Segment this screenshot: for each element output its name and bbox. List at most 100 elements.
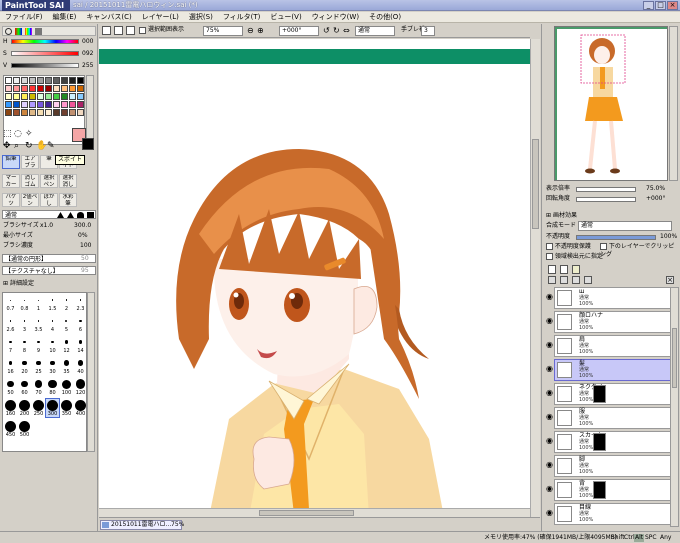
palette-swatch[interactable] (5, 77, 12, 84)
tip-square-icon[interactable] (87, 212, 94, 218)
palette-swatch[interactable] (37, 77, 44, 84)
palette-swatch[interactable] (77, 101, 84, 108)
brush-size-mult[interactable]: x1.0 (40, 222, 53, 230)
new-vector-layer-icon[interactable] (560, 265, 568, 274)
eye-icon[interactable]: ◉ (546, 485, 553, 493)
detail-settings-toggle[interactable]: ⊞ 詳細設定 (3, 280, 34, 288)
eye-icon[interactable]: ◉ (546, 365, 553, 373)
palette-swatch[interactable] (37, 85, 44, 92)
rotate-icon[interactable]: ↻ (25, 141, 33, 151)
palette-swatch[interactable] (45, 101, 52, 108)
menu-file[interactable]: ファイル(F) (0, 12, 48, 23)
palette-swatch[interactable] (13, 85, 20, 92)
maximize-button[interactable]: □ (655, 1, 666, 10)
zoom-in-icon[interactable]: ⊕ (257, 26, 264, 35)
palette-swatch[interactable] (13, 101, 20, 108)
palette-swatch[interactable] (21, 93, 28, 100)
nav-zoom-slider[interactable] (576, 187, 636, 192)
brush-size-option[interactable]: 16 (4, 357, 17, 375)
brush-size-option[interactable]: 25 (32, 357, 45, 375)
tip-soft-icon[interactable] (67, 212, 74, 218)
palette-swatch[interactable] (29, 109, 36, 116)
layer-row[interactable]: ◉ 髪通常 100% (546, 359, 670, 381)
merge-all-icon[interactable] (584, 276, 592, 284)
palette-swatch[interactable] (37, 93, 44, 100)
stabilizer-select[interactable]: 3 (421, 26, 435, 36)
copy-layer-icon[interactable] (548, 276, 556, 284)
brush-size-option[interactable]: 4 (46, 315, 59, 333)
palette-swatch[interactable] (29, 101, 36, 108)
layer-row[interactable]: ◉ 脚通常 100% (546, 455, 670, 477)
brush-size-option[interactable]: 60 (18, 378, 31, 396)
layer-list-scrollbar[interactable] (670, 287, 679, 527)
eye-icon[interactable]: ◉ (546, 341, 553, 349)
nav-angle-slider[interactable] (576, 197, 636, 202)
palette-swatch[interactable] (21, 77, 28, 84)
palette-swatch[interactable] (21, 109, 28, 116)
palette-icon[interactable] (35, 28, 42, 35)
close-button[interactable]: × (667, 1, 678, 10)
tool-7[interactable]: 選択消し (59, 174, 77, 188)
palette-swatch[interactable] (45, 93, 52, 100)
palette-swatch[interactable] (61, 77, 68, 84)
color-wheel-icon[interactable] (5, 28, 12, 35)
brush-size-option[interactable]: 1.5 (46, 294, 59, 312)
palette-swatch[interactable] (37, 101, 44, 108)
eye-icon[interactable]: ◉ (546, 293, 553, 301)
rotate-left-icon[interactable]: ↺ (323, 26, 330, 35)
invert-select-icon[interactable] (126, 26, 135, 35)
palette-swatch[interactable] (5, 101, 12, 108)
brush-size-option[interactable]: 200 (18, 399, 31, 417)
angle-select[interactable]: +000° (279, 26, 319, 36)
tool-11[interactable]: 水彩筆 (59, 193, 77, 207)
document-tab[interactable]: 20151011雷電ハロ... 75% (100, 520, 184, 530)
palette-swatch[interactable] (45, 85, 52, 92)
navigator-scrollbar[interactable] (669, 26, 678, 181)
palette-swatch[interactable] (29, 85, 36, 92)
rotate-right-icon[interactable]: ↻ (333, 26, 340, 35)
marquee-icon[interactable]: ⬚ (3, 129, 12, 139)
brush-size-option[interactable]: 0.8 (18, 294, 31, 312)
layer-row[interactable]: ◉ 顔ロハナ 通常 100% (546, 311, 670, 333)
selection-source-row[interactable]: 領域検出元に指定 (546, 253, 603, 261)
palette-swatch[interactable] (53, 85, 60, 92)
brush-density-value[interactable]: 100 (80, 242, 91, 250)
material-effect-toggle[interactable]: ⊞ 画材効果 (546, 212, 577, 220)
palette-swatch[interactable] (21, 101, 28, 108)
layer-row[interactable]: ◉ ш 通常 100% (546, 287, 670, 309)
palette-swatch[interactable] (53, 109, 60, 116)
palette-swatch[interactable] (69, 109, 76, 116)
brush-size-option[interactable]: 450 (4, 420, 17, 438)
new-folder-icon[interactable] (572, 265, 580, 274)
delete-layer-icon[interactable]: × (666, 276, 674, 284)
navigator[interactable] (554, 26, 668, 181)
new-layer-icon[interactable] (548, 265, 556, 274)
layer-row[interactable]: ◉ ネクタイ 通常 100% (546, 383, 670, 405)
palette-swatch[interactable] (45, 77, 52, 84)
tool-4[interactable]: マーカー (2, 174, 20, 188)
tool-5[interactable]: 消しゴム (21, 174, 39, 188)
menu-select[interactable]: 選択(S) (184, 12, 218, 23)
palette-swatch[interactable] (69, 93, 76, 100)
selection-source-checkbox[interactable] (546, 253, 553, 260)
layer-blend-select[interactable]: 通常 (578, 221, 672, 231)
palette-swatch[interactable] (53, 93, 60, 100)
palette-swatch[interactable] (77, 85, 84, 92)
menu-other[interactable]: その他(O) (364, 12, 406, 23)
palette-scrollbar[interactable] (86, 75, 94, 145)
tool-1[interactable]: エアブラシ (21, 155, 39, 169)
brush-size-option[interactable]: 0.7 (4, 294, 17, 312)
brush-size-option[interactable]: 70 (32, 378, 45, 396)
brush-size-option[interactable]: 80 (46, 378, 59, 396)
brush-size-option[interactable]: 2.6 (4, 315, 17, 333)
palette-swatch[interactable] (5, 93, 12, 100)
eye-icon[interactable]: ◉ (546, 461, 553, 469)
brush-shape-select[interactable]: 【通常の円形】 50 (2, 254, 96, 263)
brush-size-grid[interactable]: 0.7 0.8 1 1.5 2 2.3 2.6 3 3.5 4 5 6 7 8 9 10 12 14 16 20 25 3… (2, 292, 87, 452)
palette-swatch[interactable] (13, 93, 20, 100)
menu-layer[interactable]: レイヤー(L) (137, 12, 184, 23)
brush-size-option[interactable]: 14 (74, 336, 87, 354)
palette-swatch[interactable] (61, 93, 68, 100)
brush-size-option[interactable]: 7 (4, 336, 17, 354)
brush-size-option[interactable]: 3.5 (32, 315, 45, 333)
